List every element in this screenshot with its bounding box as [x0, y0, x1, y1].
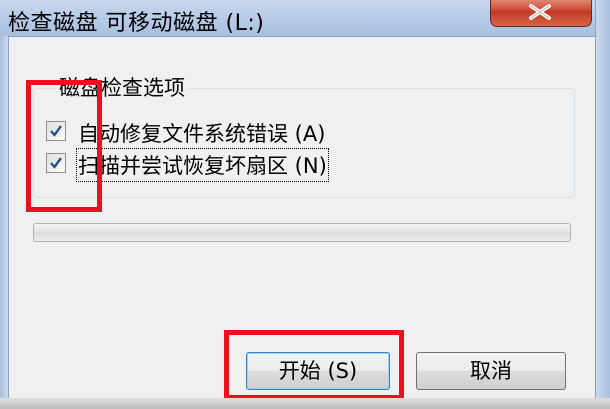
group-legend: 磁盘检查选项: [55, 72, 189, 102]
window-frame-right: [595, 0, 610, 409]
checkmark-icon: [50, 125, 62, 137]
window-title: 检查磁盘 可移动磁盘 (L:): [8, 11, 265, 36]
progress-bar: [33, 223, 571, 242]
window-frame-left: [0, 36, 9, 409]
start-button[interactable]: 开始 (S): [246, 352, 390, 390]
scan-recover-checkbox[interactable]: [46, 153, 66, 173]
cancel-button[interactable]: 取消: [416, 352, 566, 390]
close-icon: [529, 4, 551, 20]
auto-fix-label: 自动修复文件系统错误 (A): [78, 122, 326, 146]
scan-recover-label: 扫描并尝试恢复坏扇区 (N): [76, 148, 329, 182]
auto-fix-checkbox[interactable]: [46, 121, 66, 141]
window-bottom-edge: [0, 398, 610, 409]
title-bar: 检查磁盘 可移动磁盘 (L:): [0, 0, 610, 37]
close-button[interactable]: [490, 0, 592, 27]
checkmark-icon: [50, 157, 62, 169]
